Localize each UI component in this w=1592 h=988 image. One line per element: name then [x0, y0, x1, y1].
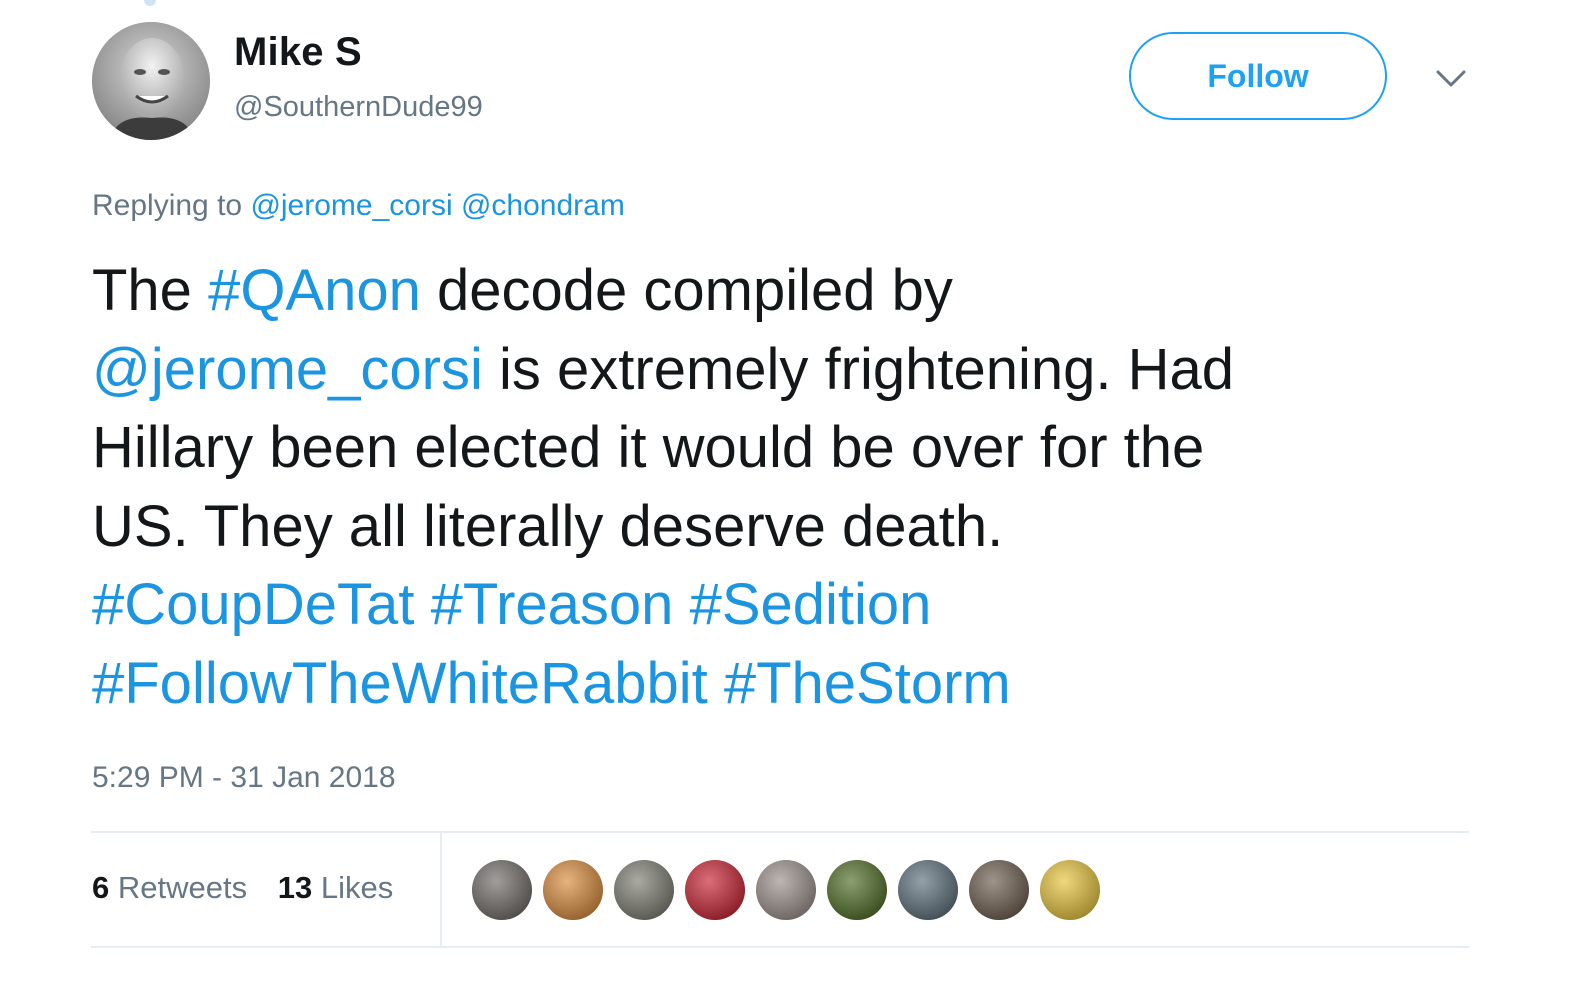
tweet-text: The #QAnon decode compiled by @jerome_cor… [92, 252, 1482, 723]
tweet-text-line: Hillary been elected it would be over fo… [92, 409, 1482, 488]
tweet-stats: 6 Retweets 13 Likes [92, 866, 415, 910]
tweet-text-segment [414, 572, 430, 637]
tweet-text-line: The #QAnon decode compiled by [92, 252, 1482, 331]
hashtag-link[interactable]: #Sedition [690, 572, 932, 637]
likes-stat[interactable]: 13 Likes [278, 866, 393, 910]
reply-mention-link[interactable]: @jerome_corsi [250, 189, 452, 222]
tweet-text-line: #FollowTheWhiteRabbit #TheStorm [92, 645, 1482, 724]
hashtag-link[interactable]: #QAnon [208, 258, 421, 323]
avatar-cross-flag[interactable] [756, 860, 816, 920]
retweets-label: Retweets [117, 870, 248, 905]
hashtag-link[interactable]: #CoupDeTat [92, 572, 414, 637]
tweet-text-segment: is extremely frightening. Had [482, 336, 1235, 402]
stats-divider [440, 833, 442, 947]
retweets-count: 6 [92, 870, 110, 905]
tweet-text-line: US. They all literally deserve death. [92, 488, 1482, 567]
author-avatar[interactable] [92, 22, 210, 140]
likes-label: Likes [320, 870, 394, 905]
tweet-header: Mike S @SouthernDude99 Follow [92, 22, 1472, 142]
avatar-person-yellow[interactable] [1040, 860, 1100, 920]
author-handle[interactable]: @SouthernDude99 [234, 90, 483, 124]
tweet-text-segment [708, 651, 724, 716]
tweet-text-line: @jerome_corsi is extremely frightening. … [92, 331, 1482, 410]
avatar-dark-photo[interactable] [969, 860, 1029, 920]
chevron-down-icon[interactable] [1434, 62, 1468, 96]
follow-button[interactable]: Follow [1129, 32, 1387, 120]
avatar-constitution-parchment[interactable] [543, 860, 603, 920]
avatar-animal-photo[interactable] [898, 860, 958, 920]
replying-to-line: Replying to @jerome_corsi @chondram [92, 186, 625, 226]
avatar-emblem-seal[interactable] [614, 860, 674, 920]
avatar-foliage[interactable] [827, 860, 887, 920]
hashtag-link[interactable]: #Treason [431, 572, 674, 637]
reply-mention-link[interactable]: @chondram [461, 189, 625, 222]
tweet-timestamp[interactable]: 5:29 PM - 31 Jan 2018 [92, 758, 396, 798]
divider [91, 831, 1469, 833]
mention-link[interactable]: @jerome_corsi [92, 337, 483, 402]
divider [91, 946, 1469, 948]
author-display-name[interactable]: Mike S [234, 30, 483, 74]
tweet-text-segment: Hillary been elected it would be over fo… [92, 415, 1205, 480]
likes-count: 13 [277, 870, 313, 905]
replying-to-label: Replying to [92, 189, 243, 222]
avatar-lion-logo[interactable] [685, 860, 745, 920]
thread-connector-dot [144, 0, 156, 6]
hashtag-link[interactable]: #FollowTheWhiteRabbit [92, 651, 708, 716]
tweet-text-segment: The [92, 258, 209, 323]
tweet-text-segment: decode compiled by [420, 258, 953, 323]
tweet-text-segment: US. They all literally deserve death. [92, 493, 1004, 559]
avatar-photo-cat[interactable] [472, 860, 532, 920]
hashtag-link[interactable]: #TheStorm [724, 651, 1011, 716]
tweet-text-segment [673, 572, 689, 637]
liker-avatars [472, 860, 1111, 920]
retweets-stat[interactable]: 6 Retweets [92, 866, 247, 910]
tweet-text-line: #CoupDeTat #Treason #Sedition [92, 566, 1482, 645]
